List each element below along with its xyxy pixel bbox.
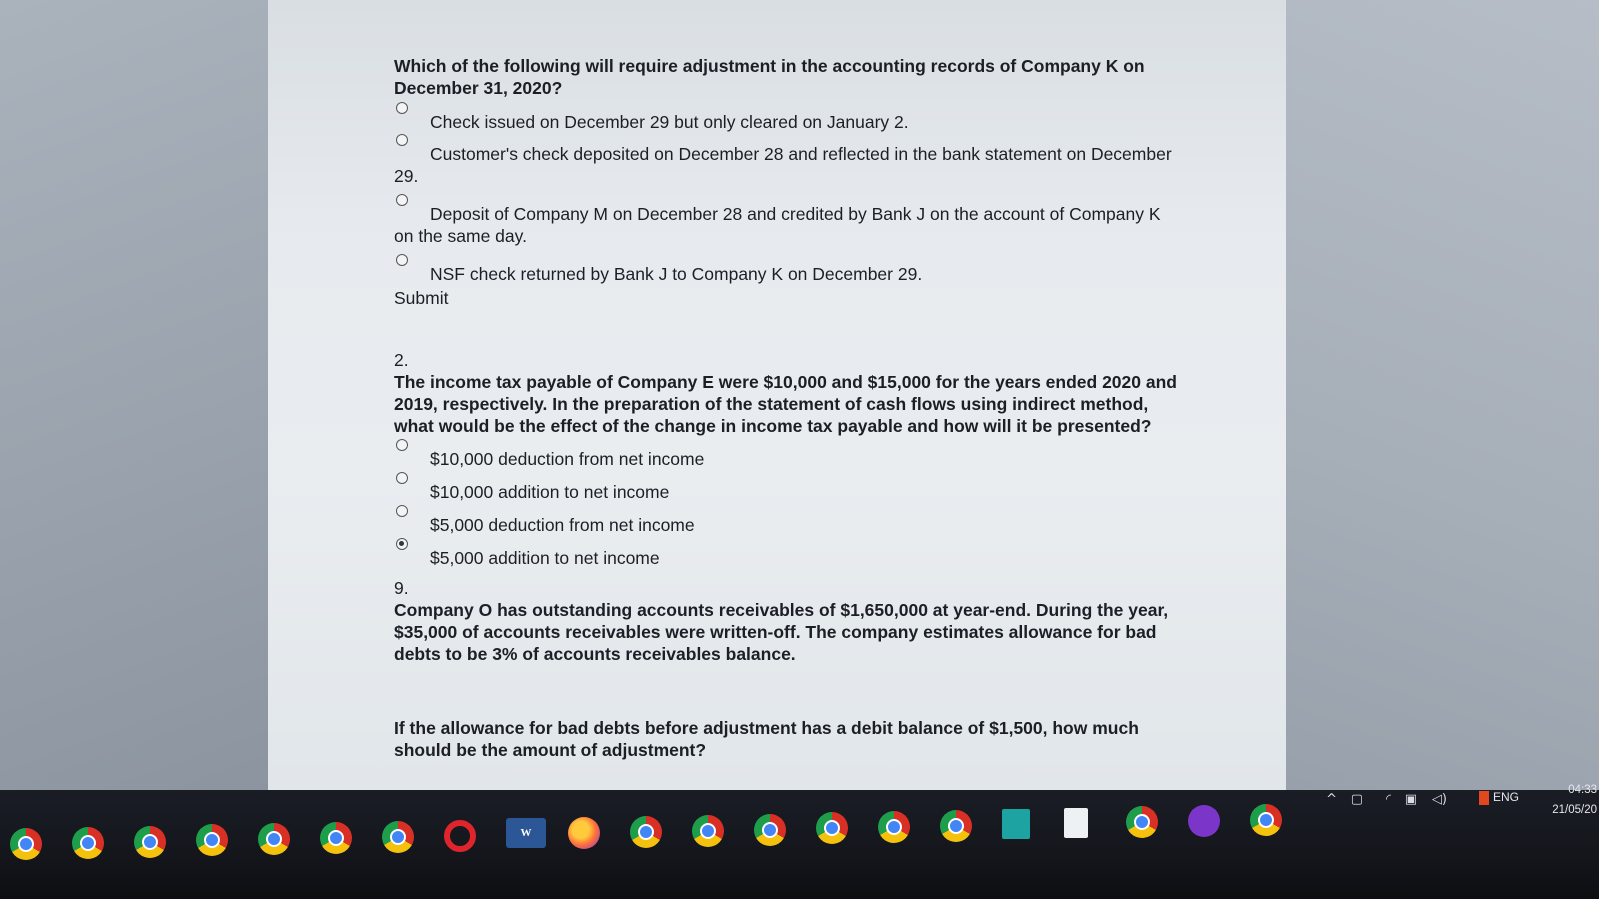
chrome-icon[interactable] — [10, 828, 42, 860]
question-9: 9. Company O has outstanding accounts re… — [394, 577, 1184, 761]
q2-option-3[interactable]: $5,000 deduction from net income — [394, 505, 1184, 536]
chrome-icon[interactable] — [692, 814, 724, 847]
question-2-text: The income tax payable of Company E were… — [394, 372, 1177, 436]
question-9-number: 9. — [394, 578, 409, 598]
desktop-right-background — [1285, 0, 1599, 790]
word-icon[interactable]: W — [506, 818, 546, 849]
q1-option-1[interactable]: Check issued on December 29 but only cle… — [394, 102, 1184, 133]
question-1: Which of the following will require adju… — [394, 55, 1184, 309]
question-2: 2. The income tax payable of Company E w… — [394, 349, 1184, 569]
chrome-icon[interactable] — [72, 826, 104, 859]
radio-button[interactable] — [396, 134, 408, 146]
q1-option-2[interactable]: Customer's check deposited on December 2… — [394, 134, 1184, 187]
chevron-up-icon[interactable]: ^ — [1326, 792, 1337, 807]
q1-option-3-label: Deposit of Company M on December 28 and … — [394, 204, 1161, 246]
q2-option-2[interactable]: $10,000 addition to net income — [394, 472, 1184, 503]
sublime-icon[interactable] — [1002, 808, 1030, 839]
question-2-number: 2. — [394, 350, 409, 370]
radio-button[interactable] — [396, 102, 408, 114]
q1-option-1-label: Check issued on December 29 but only cle… — [430, 112, 909, 132]
question-9-followup: If the allowance for bad debts before ad… — [394, 718, 1139, 760]
q1-option-4-label: NSF check returned by Bank J to Company … — [430, 264, 923, 284]
chrome-icon[interactable] — [1250, 804, 1282, 836]
radio-button[interactable] — [396, 439, 408, 451]
chrome-icon[interactable] — [134, 825, 166, 858]
chrome-icon[interactable] — [630, 816, 662, 848]
q2-option-2-label: $10,000 addition to net income — [430, 482, 670, 502]
radio-button[interactable] — [396, 505, 408, 517]
radio-button[interactable] — [396, 472, 408, 484]
chrome-icon[interactable] — [196, 824, 228, 857]
radio-button[interactable] — [396, 254, 408, 266]
q1-option-3[interactable]: Deposit of Company M on December 28 and … — [394, 194, 1184, 247]
volume-icon[interactable]: ◁) — [1432, 792, 1447, 807]
q2-option-4-label: $5,000 addition to net income — [430, 548, 660, 568]
taskbar: W ^ ▢ ◜ ▣ ◁) ENG 04:33 21/05/20 — [0, 784, 1599, 899]
q1-option-4[interactable]: NSF check returned by Bank J to Company … — [394, 254, 1184, 285]
submit-button[interactable]: Submit — [394, 287, 448, 309]
firefox-icon[interactable] — [568, 817, 600, 850]
clock[interactable]: 04:33 21/05/20 — [1552, 780, 1597, 820]
battery-icon[interactable] — [1479, 791, 1489, 805]
q2-option-1-label: $10,000 deduction from net income — [430, 449, 705, 469]
desktop-left-background — [0, 0, 270, 800]
opera-icon[interactable] — [444, 819, 476, 852]
chrome-icon[interactable] — [382, 820, 414, 853]
q2-option-4[interactable]: $5,000 addition to net income — [394, 538, 1184, 569]
quiz-content: Which of the following will require adju… — [394, 55, 1184, 761]
system-tray: ^ ▢ ◜ ▣ ◁) ENG 04:33 21/05/20 — [1299, 784, 1599, 850]
wifi-icon[interactable]: ◜ — [1386, 792, 1391, 807]
q2-option-1[interactable]: $10,000 deduction from net income — [394, 439, 1184, 470]
clock-time: 04:33 — [1568, 784, 1597, 796]
question-9-text: Company O has outstanding accounts recei… — [394, 600, 1169, 664]
question-1-text: Which of the following will require adju… — [394, 56, 1145, 98]
chrome-icon[interactable] — [320, 822, 352, 854]
clock-date: 21/05/20 — [1552, 804, 1597, 816]
chrome-icon[interactable] — [258, 823, 290, 856]
radio-button-selected[interactable] — [396, 538, 408, 550]
display-icon[interactable]: ▣ — [1405, 792, 1417, 807]
radio-button[interactable] — [396, 194, 408, 206]
chrome-icon[interactable] — [754, 813, 786, 846]
q1-option-2-label: Customer's check deposited on December 2… — [394, 144, 1172, 186]
chrome-icon[interactable] — [878, 811, 910, 844]
language-indicator[interactable]: ENG — [1493, 790, 1519, 804]
chrome-icon[interactable] — [816, 812, 848, 845]
chrome-icon[interactable] — [940, 810, 972, 842]
q2-option-3-label: $5,000 deduction from net income — [430, 515, 695, 535]
purple-app-icon[interactable] — [1188, 805, 1220, 838]
chrome-icon[interactable] — [1126, 806, 1158, 839]
file-icon[interactable] — [1064, 807, 1088, 838]
device-icon[interactable]: ▢ — [1351, 792, 1363, 807]
